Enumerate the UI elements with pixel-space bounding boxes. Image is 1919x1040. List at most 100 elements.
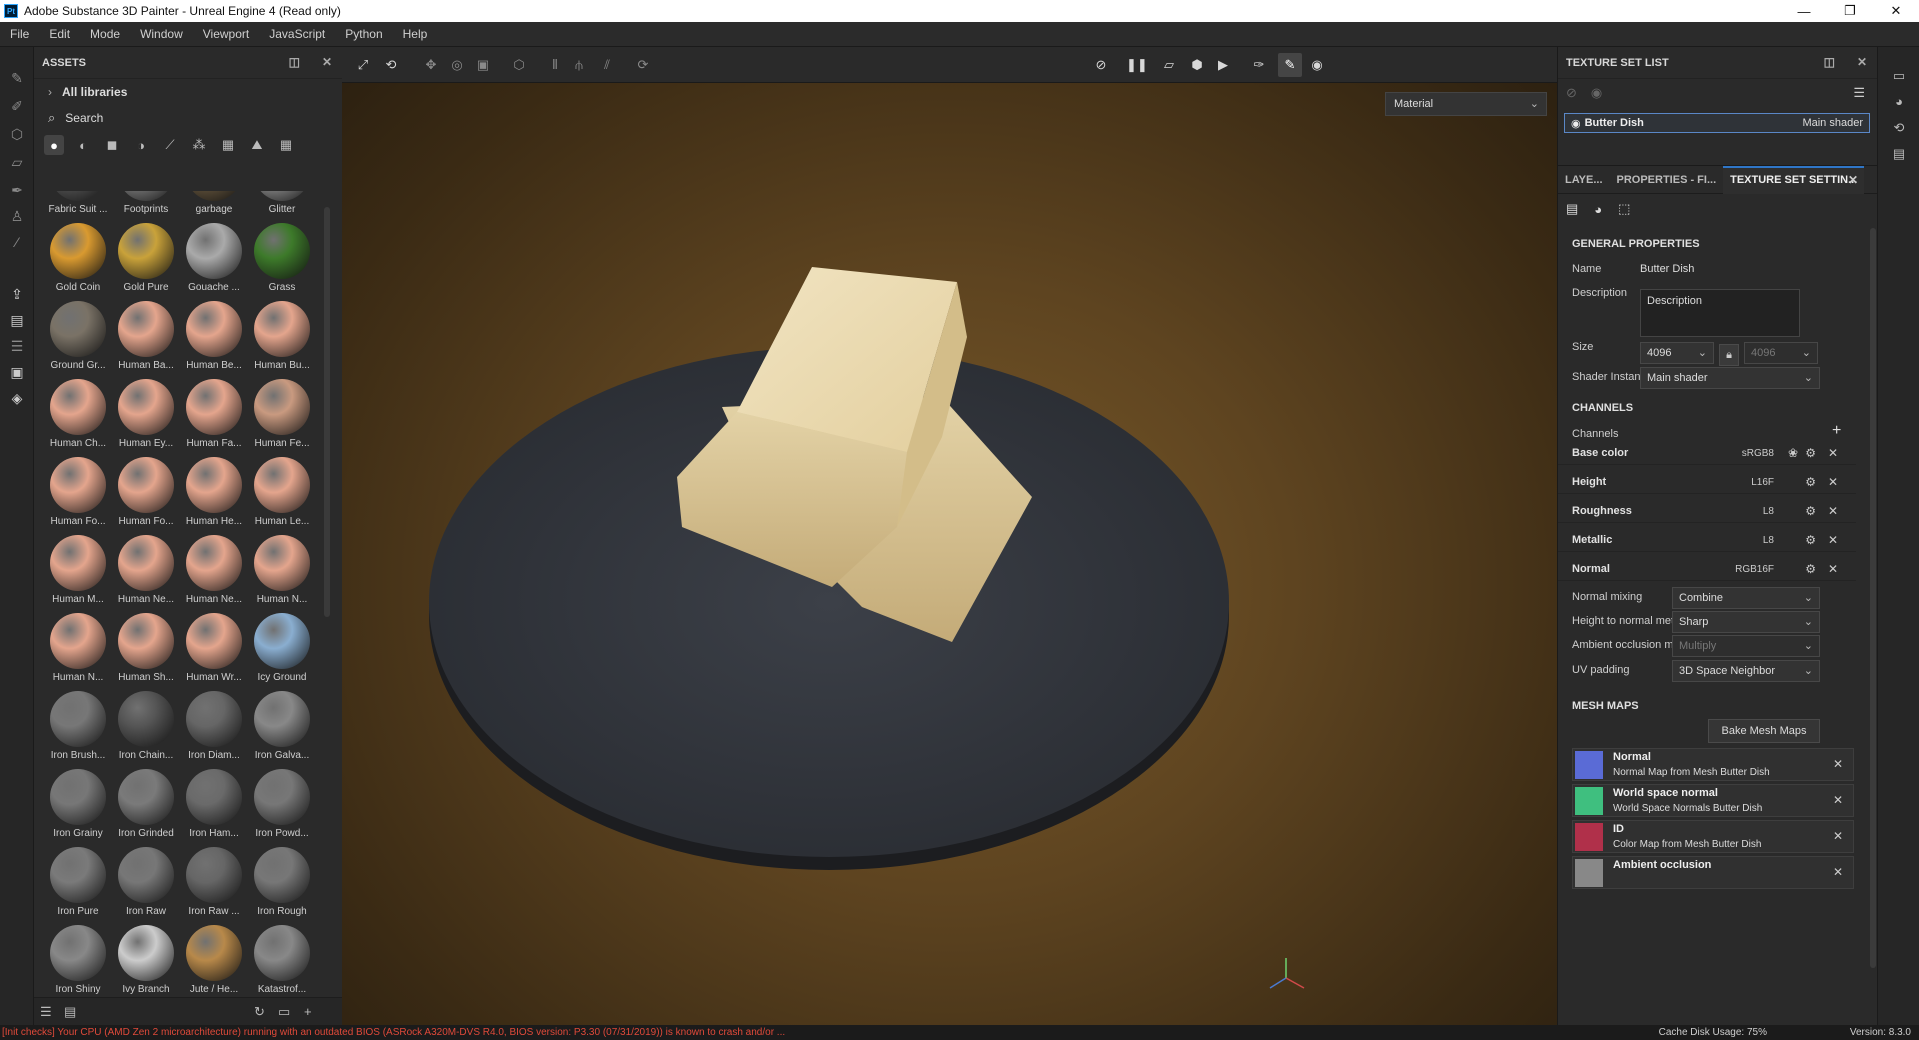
channel-format[interactable]: L8 [1763,535,1774,546]
asset-thumbnail[interactable]: Human N... [44,609,112,687]
gear-icon[interactable]: ⚙ [1805,446,1816,460]
log-icon[interactable]: ▤ [1890,145,1908,163]
channel-row[interactable]: Roughness L8 ⚙ ✕ [1558,500,1856,523]
remove-channel-icon[interactable]: ✕ [1828,533,1838,547]
float-panel-icon[interactable]: ◫ [289,55,300,69]
menu-viewport[interactable]: Viewport [193,27,259,41]
reset-icon[interactable]: ⟳ [634,56,652,74]
cube-icon[interactable]: ⬡ [510,56,528,74]
shader-settings-icon[interactable]: ▣ [8,363,26,381]
asset-thumbnail[interactable]: Human N... [248,531,316,609]
library-selector[interactable]: › All libraries [34,79,342,105]
asset-thumbnail[interactable]: Iron Diam... [180,687,248,765]
channel-row[interactable]: Normal RGB16F ⚙ ✕ [1558,558,1856,581]
paint-mode-icon[interactable]: ✑ [1250,56,1268,74]
pause-icon[interactable]: ❚❚ [1126,56,1148,74]
eraser-icon[interactable]: ✐ [8,97,26,115]
mesh-map-row[interactable]: Ambient occlusion ✕ [1572,856,1854,889]
normal-mixing-dropdown[interactable]: Combine ⌄ [1672,587,1820,609]
menu-mode[interactable]: Mode [80,27,130,41]
asset-thumbnail[interactable]: Human Ne... [180,531,248,609]
paint-brush-icon[interactable]: ✎ [8,69,26,87]
asset-thumbnail[interactable]: Jute / He... [180,921,248,999]
menu-window[interactable]: Window [130,27,193,41]
asset-thumbnail[interactable]: Glitter [248,191,316,219]
scale-icon[interactable]: ▣ [474,56,492,74]
menu-edit[interactable]: Edit [39,27,80,41]
asset-thumbnail[interactable]: Human He... [180,453,248,531]
particles-filter-icon[interactable]: ⁂ [189,135,209,155]
hide-ui-icon[interactable]: ⊘ [1092,56,1110,74]
channel-format[interactable]: L8 [1763,506,1774,517]
remove-mesh-map-icon[interactable]: ✕ [1833,793,1843,807]
projection-icon[interactable]: ⬡ [8,125,26,143]
texture-filter-icon[interactable]: ◼ [102,135,122,155]
asset-thumbnail[interactable]: Katastrof... [248,921,316,999]
asset-thumbnail[interactable]: Iron Grainy [44,765,112,843]
asset-thumbnail[interactable]: Grass [248,219,316,297]
visibility-icon[interactable]: ◉ [1591,85,1602,101]
asset-thumbnail[interactable]: Footprints [112,191,180,219]
queries-icon[interactable]: ▤ [64,1004,76,1020]
asset-thumbnail[interactable]: Ivy Branch [112,921,180,999]
remove-channel-icon[interactable]: ✕ [1828,562,1838,576]
asset-thumbnail[interactable]: Human Ne... [112,531,180,609]
move-icon[interactable]: ✥ [422,56,440,74]
status-error-message[interactable]: [Init checks] Your CPU (AMD Zen 2 microa… [2,1025,785,1040]
asset-thumbnail[interactable]: Gouache ... [180,219,248,297]
channel-format[interactable]: L16F [1751,477,1774,488]
asset-thumbnail[interactable]: Iron Shiny [44,921,112,999]
asset-thumbnail[interactable]: Iron Galva... [248,687,316,765]
mesh-icon[interactable]: ◈ [8,389,26,407]
asset-thumbnail[interactable]: Iron Pure [44,843,112,921]
float-panel-icon[interactable]: ◫ [1824,55,1835,69]
shader-settings-icon[interactable]: ◕ [1890,93,1908,111]
asset-thumbnail[interactable]: Iron Raw ... [180,843,248,921]
gear-icon[interactable]: ⚙ [1805,504,1816,518]
display-settings-icon[interactable]: ☰ [8,337,26,355]
gear-icon[interactable]: ⚙ [1805,562,1816,576]
asset-thumbnail[interactable]: Gold Coin [44,219,112,297]
eye-icon[interactable]: ◉ [1571,117,1581,130]
bake-mesh-maps-button[interactable]: Bake Mesh Maps [1708,719,1820,743]
texture-set-row[interactable]: ◉ Butter Dish Main shader [1564,113,1870,133]
viewport-mode-icon[interactable]: ▱ [1160,56,1178,74]
asset-thumbnail[interactable]: Human Ba... [112,297,180,375]
size-dropdown[interactable]: 4096 ⌄ [1640,342,1714,364]
uv-padding-dropdown[interactable]: 3D Space Neighbor ⌄ [1672,660,1820,682]
asset-thumbnail[interactable]: Human Fa... [180,375,248,453]
texture-set-settings-icon[interactable]: ▤ [1566,201,1578,217]
menu-javascript[interactable]: JavaScript [259,27,335,41]
brush-mode-icon[interactable]: ✎ [1278,53,1302,77]
polygon-fill-icon[interactable]: ▱ [8,153,26,171]
view-cube-icon[interactable]: ⬢ [1188,56,1206,74]
history-icon[interactable]: ⟲ [1890,119,1908,137]
brush-filter-icon[interactable]: ⟋ [160,135,180,155]
asset-thumbnail[interactable]: Iron Raw [112,843,180,921]
tab-properties[interactable]: PROPERTIES - FI... [1610,166,1724,194]
color-picker-icon[interactable]: ⁄ [8,233,26,251]
menu-help[interactable]: Help [393,27,438,41]
asset-thumbnail[interactable]: garbage [180,191,248,219]
camera-icon[interactable]: ▶ [1214,56,1232,74]
height-to-normal-dropdown[interactable]: Sharp ⌄ [1672,611,1820,633]
asset-thumbnail[interactable]: Iron Powd... [248,765,316,843]
menu-file[interactable]: File [0,27,39,41]
asset-thumbnail[interactable]: Human Bu... [248,297,316,375]
remove-channel-icon[interactable]: ✕ [1828,446,1838,460]
screenshot-icon[interactable]: ◉ [1308,56,1326,74]
channel-row[interactable]: Height L16F ⚙ ✕ [1558,471,1856,494]
mesh-map-row[interactable]: World space normal World Space Normals Bu… [1572,784,1854,817]
link-icon[interactable]: ⊘ [1566,85,1577,101]
rotate-icon[interactable]: ◎ [448,56,466,74]
asset-thumbnail[interactable]: Human Be... [180,297,248,375]
mesh-map-row[interactable]: ID Color Map from Mesh Butter Dish ✕ [1572,820,1854,853]
3d-viewport[interactable]: ⤢ ⟲ ✥ ◎ ▣ ⬡ ⫴ ⫛ ⫽ ⟳ ⊘ ❚❚ ▱ ⬢ ▶ ✑ ✎ ◉ Mat… [342,47,1557,1025]
asset-thumbnail[interactable]: Human M... [44,531,112,609]
remove-mesh-map-icon[interactable]: ✕ [1833,865,1843,879]
refresh-icon[interactable]: ↻ [254,1004,265,1020]
export-icon[interactable]: ⇪ [8,285,26,303]
remove-channel-icon[interactable]: ✕ [1828,475,1838,489]
asset-thumbnail[interactable]: Human Le... [248,453,316,531]
asset-thumbnail[interactable]: Icy Ground [248,609,316,687]
